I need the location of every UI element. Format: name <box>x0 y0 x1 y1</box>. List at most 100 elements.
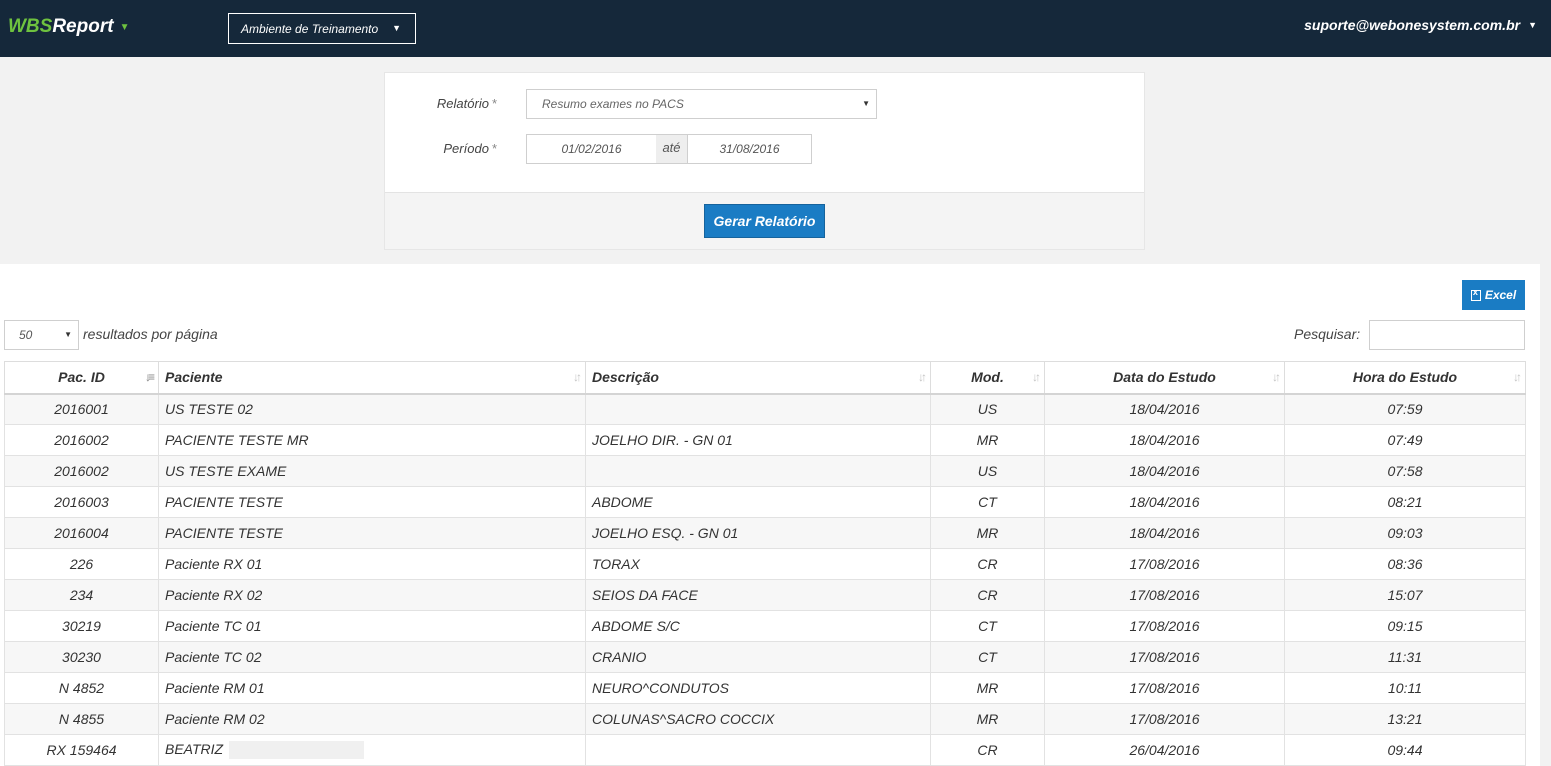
caret-down-icon: ▼ <box>862 99 870 108</box>
cell-modalidade-text: CR <box>977 556 998 572</box>
cell-data-estudo: 17/08/2016 <box>1044 548 1285 580</box>
cell-descricao: ABDOME <box>585 486 931 518</box>
cell-modalidade-text: CR <box>977 742 998 758</box>
cell-descricao: JOELHO ESQ. - GN 01 <box>585 517 931 549</box>
table-row[interactable]: 226 Paciente RX 01 TORAX CR 17/08/2016 08:36 <box>4 548 1526 580</box>
search-input[interactable] <box>1369 320 1525 350</box>
table-row[interactable]: 2016004 PACIENTE TESTE JOELHO ESQ. - GN 01… <box>4 517 1526 549</box>
cell-paciente-text: Paciente RX 01 <box>165 556 263 572</box>
cell-hora-estudo-text: 08:36 <box>1387 556 1423 572</box>
table-row[interactable]: 30219 Paciente TC 01 ABDOME S/C CT 17/08/201… <box>4 610 1526 642</box>
cell-pac-id: N 4852 <box>4 672 159 704</box>
cell-paciente: Paciente TC 02 <box>158 641 586 673</box>
cell-data-estudo-text: 17/08/2016 <box>1129 649 1200 665</box>
cell-hora-estudo: 08:21 <box>1284 486 1526 518</box>
cell-data-estudo: 18/04/2016 <box>1044 517 1285 549</box>
brand-menu[interactable]: WBSReport ▼ <box>8 16 129 38</box>
table-row[interactable]: RX 159464 BEATRIZ CR 26/04/2016 09:44 <box>4 734 1526 766</box>
column-header-paciente[interactable]: Paciente ↓↑ <box>158 361 586 395</box>
cell-modalidade-text: US <box>977 401 998 418</box>
cell-paciente: Paciente RX 01 <box>158 548 586 580</box>
cell-pac-id: 30230 <box>4 641 159 673</box>
cell-modalidade: MR <box>930 517 1045 549</box>
cell-modalidade-text: MR <box>976 525 999 541</box>
cell-hora-estudo: 07:59 <box>1284 393 1526 425</box>
cell-paciente: US TESTE 02 <box>158 393 586 425</box>
redacted-block <box>229 741 365 760</box>
environment-select[interactable]: Ambiente de Treinamento ▼ <box>228 13 416 44</box>
cell-hora-estudo-text: 09:44 <box>1387 742 1423 758</box>
column-header-hora-estudo[interactable]: Hora do Estudo ↓↑ <box>1284 361 1526 395</box>
cell-descricao-text: TORAX <box>592 556 640 572</box>
cell-pac-id-text: 234 <box>69 587 94 603</box>
generate-report-button[interactable]: Gerar Relatório <box>704 204 825 238</box>
table-row[interactable]: 2016002 PACIENTE TESTE MR JOELHO DIR. - GN… <box>4 424 1526 456</box>
cell-hora-estudo-text: 11:31 <box>1388 649 1422 665</box>
chevron-down-icon: ▼ <box>1528 20 1537 30</box>
chevron-down-icon: ▼ <box>392 23 401 33</box>
page-length-select[interactable]: 50 ▼ <box>4 320 79 350</box>
cell-descricao-text: ABDOME S/C <box>592 618 680 634</box>
cell-descricao-text: CRANIO <box>592 649 647 665</box>
sort-icon: ↓↑ <box>573 370 582 384</box>
table-row[interactable]: 2016003 PACIENTE TESTE ABDOME CT 18/04/2016 0… <box>4 486 1526 518</box>
cell-pac-id: 30219 <box>4 610 159 642</box>
cell-modalidade: CT <box>930 610 1045 642</box>
cell-paciente-text: US TESTE 02 <box>165 401 253 418</box>
column-header-data-estudo[interactable]: Data do Estudo ↓↑ <box>1044 361 1285 395</box>
cell-descricao: SEIOS DA FACE <box>585 579 931 611</box>
column-header-label: Data do Estudo <box>1113 369 1216 386</box>
cell-paciente: BEATRIZ <box>158 734 586 766</box>
cell-pac-id-text: RX 159464 <box>46 742 117 758</box>
cell-pac-id: 2016003 <box>4 486 159 518</box>
cell-data-estudo: 17/08/2016 <box>1044 703 1285 735</box>
cell-data-estudo-text: 17/08/2016 <box>1129 680 1200 696</box>
cell-data-estudo: 26/04/2016 <box>1044 734 1285 766</box>
table-row[interactable]: N 4855 Paciente RM 02 COLUNAS^SACRO COCCIX… <box>4 703 1526 735</box>
table-row[interactable]: 2016002 US TESTE EXAME US 18/04/2016 07:58 <box>4 455 1526 487</box>
cell-data-estudo: 18/04/2016 <box>1044 486 1285 518</box>
cell-pac-id-text: 30230 <box>62 649 101 665</box>
cell-data-estudo-text: 17/08/2016 <box>1129 618 1200 634</box>
column-header-label: Hora do Estudo <box>1352 369 1458 386</box>
cell-hora-estudo-text: 07:49 <box>1387 432 1423 448</box>
cell-data-estudo: 17/08/2016 <box>1044 579 1285 611</box>
cell-paciente-text: PACIENTE TESTE <box>165 494 283 510</box>
brand-prefix: WBS <box>8 16 53 37</box>
period-label-text: Período <box>443 141 489 156</box>
date-to-input[interactable]: 31/08/2016 <box>687 134 812 164</box>
cell-modalidade: CR <box>930 548 1045 580</box>
cell-paciente: Paciente RM 02 <box>158 703 586 735</box>
cell-descricao: TORAX <box>585 548 931 580</box>
cell-hora-estudo: 11:31 <box>1284 641 1526 673</box>
table-row[interactable]: 30230 Paciente TC 02 CRANIO CT 17/08/2016 11:… <box>4 641 1526 673</box>
excel-file-icon <box>1470 287 1481 301</box>
cell-data-estudo-text: 17/08/2016 <box>1129 556 1200 572</box>
cell-data-estudo: 17/08/2016 <box>1044 672 1285 704</box>
required-mark: * <box>491 141 497 156</box>
column-header-pac-id[interactable]: Pac. ID ↓≡ <box>4 361 159 395</box>
cell-paciente: Paciente RM 01 <box>158 672 586 704</box>
cell-data-estudo-text: 17/08/2016 <box>1129 711 1200 727</box>
chevron-down-icon: ▼ <box>119 21 130 33</box>
cell-paciente-text: Paciente TC 01 <box>165 618 262 634</box>
cell-descricao: NEURO^CONDUTOS <box>585 672 931 704</box>
cell-modalidade: US <box>930 393 1045 425</box>
results-section: Excel 50 ▼ resultados por página Pesquis… <box>0 264 1540 766</box>
cell-pac-id: 234 <box>4 579 159 611</box>
table-row[interactable]: N 4852 Paciente RM 01 NEURO^CONDUTOS MR 17/0… <box>4 672 1526 704</box>
table-row[interactable]: 2016001 US TESTE 02 US 18/04/2016 07:59 <box>4 393 1526 425</box>
column-header-modalidade[interactable]: Mod. ↓↑ <box>930 361 1045 395</box>
cell-pac-id: 2016001 <box>4 393 159 425</box>
excel-export-button[interactable]: Excel <box>1462 280 1525 310</box>
report-select[interactable]: Resumo exames no PACS ▼ <box>526 89 877 119</box>
cell-modalidade: US <box>930 455 1045 487</box>
date-from-input[interactable]: 01/02/2016 <box>526 134 657 164</box>
brand-suffix: Report <box>52 16 114 37</box>
cell-data-estudo-text: 18/04/2016 <box>1129 494 1200 510</box>
column-header-descricao[interactable]: Descrição ↓↑ <box>585 361 931 395</box>
cell-modalidade: CT <box>930 486 1045 518</box>
table-row[interactable]: 234 Paciente RX 02 SEIOS DA FACE CR 17/08/20… <box>4 579 1526 611</box>
user-menu[interactable]: suporte@webonesystem.com.br ▼ <box>1304 17 1537 33</box>
cell-modalidade-text: CT <box>978 618 997 634</box>
